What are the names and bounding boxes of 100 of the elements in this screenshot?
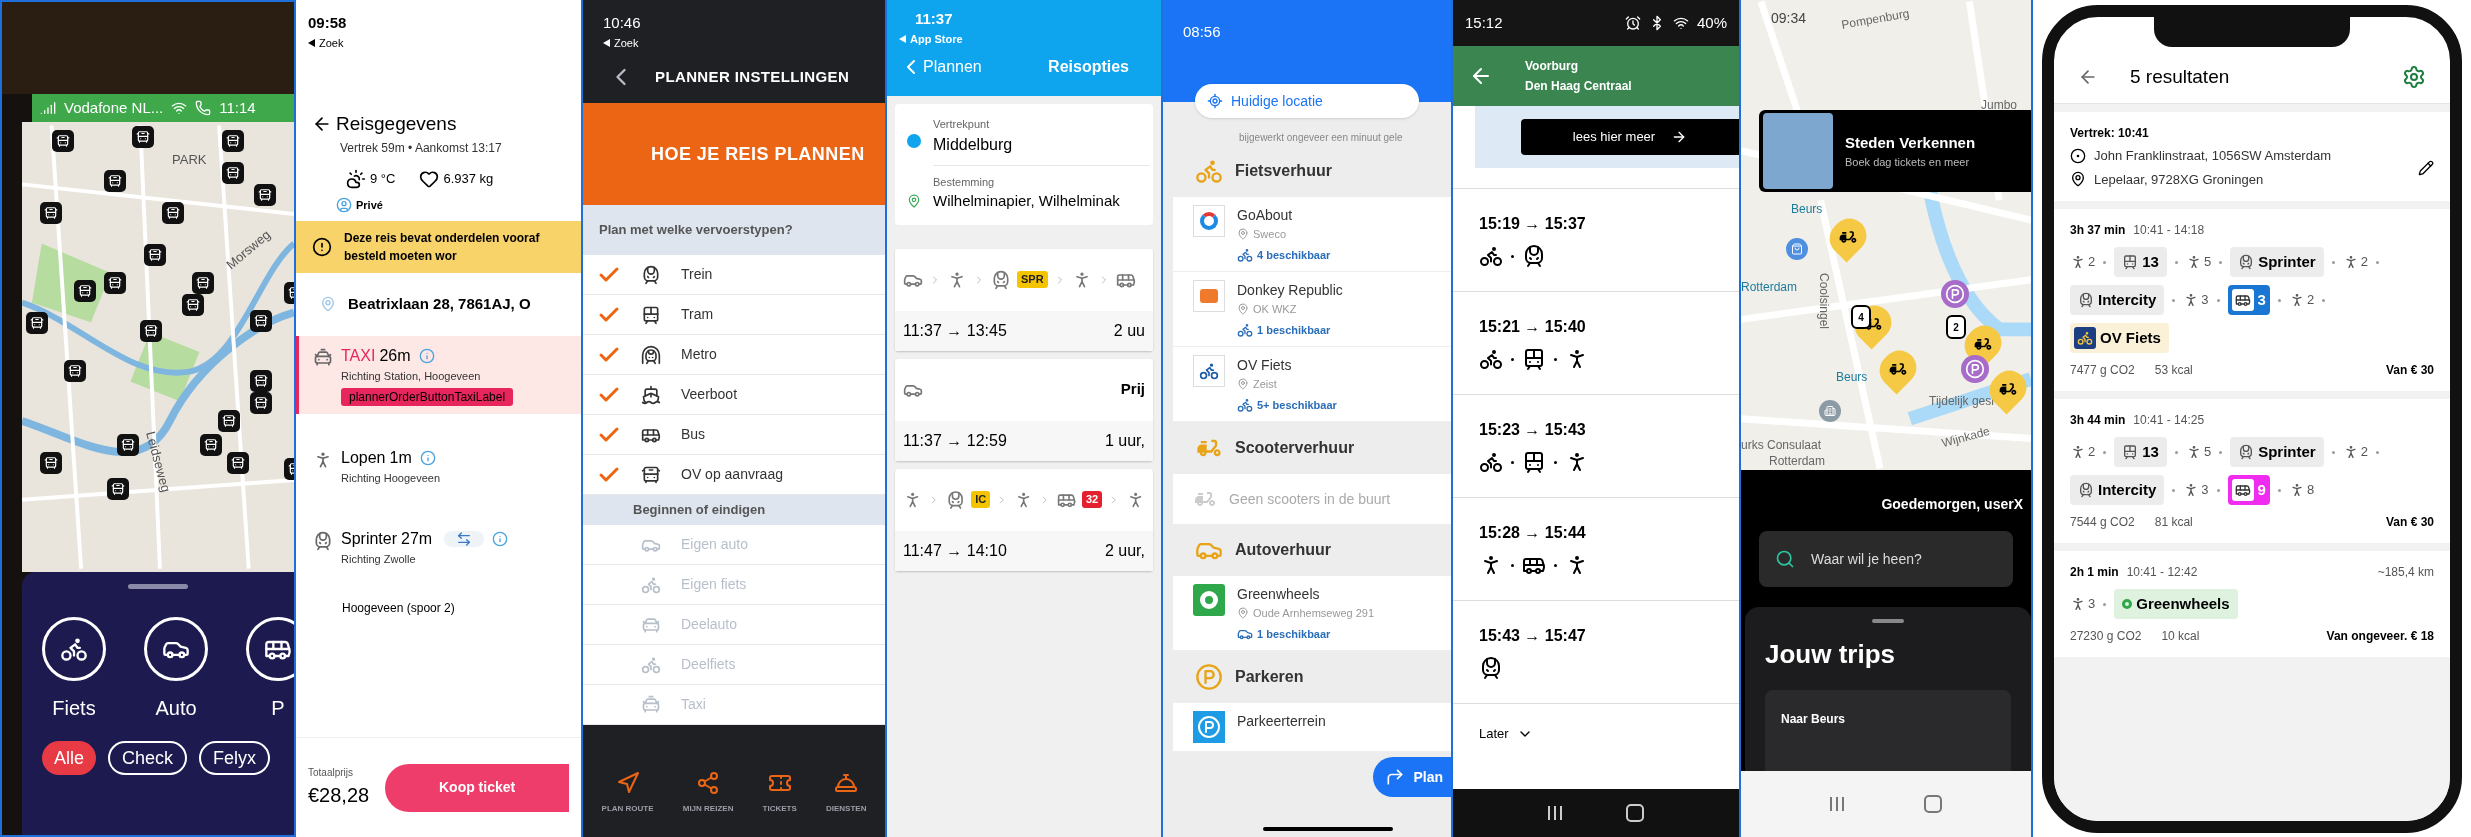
provider-name: OV Fiets [1237,356,1293,375]
section-header: Beginnen of eindigen [583,495,885,525]
nav-tab[interactable]: TICKETS [762,771,797,815]
order-taxi-button[interactable]: plannerOrderButtonTaxiLabel [341,388,514,406]
transit-chip: Sprinter [2230,247,2324,277]
leg-direction: Richting Zwolle [341,551,417,567]
bicycle-icon [2077,330,2093,346]
availability: 1 beschikbaar [1257,626,1331,642]
back-arrow-icon [899,34,906,43]
leg-mode: TAXI [341,345,376,366]
travel-option-card[interactable]: SPR 11:37 → 13:45 2 uu [895,248,1153,351]
plan-button[interactable]: Plan [1373,757,1451,797]
map-label: urks Consulaat [1741,437,1822,454]
section-header: Plan met welke vervoerstypen? [583,205,885,255]
settings-icon [2402,64,2426,89]
trip-distance: ~185,4 km [2377,564,2434,581]
bicycle-icon [1237,246,1253,263]
train-icon [2238,444,2255,460]
walk-minutes: 2 [2360,253,2368,272]
nav-tab[interactable]: PLAN ROUTE [601,771,654,815]
price: Van ongeveer. € 18 [2326,628,2434,645]
info-icon [418,347,435,364]
signal-icon [40,100,56,116]
destination-address: Lepelaar, 9728XG Groningen [2094,170,2264,189]
provider-row[interactable]: Greenwheels Oude Arnhemseweg 291 1 beschikbaar [1173,576,1451,651]
provider-row[interactable]: Parkeerterrein [1173,703,1451,752]
provider-row[interactable]: Donkey Republic OK WKZ 1 beschikbaar [1173,272,1451,347]
back-link[interactable]: Zoek [308,34,344,51]
buy-ticket-button[interactable]: Koop ticket [385,763,569,812]
line-badge: 32 [1081,491,1103,508]
parking-icon [1197,715,1221,739]
page-title: 5 resultaten [2130,64,2230,89]
trip-option[interactable]: 15:23 → 15:43 [1453,394,1739,497]
destination-pin-icon [2070,171,2086,188]
status-time: 10:46 [603,13,642,33]
calories: 53 kcal [2154,362,2193,379]
status-time: 11:14 [219,97,256,118]
trip-option[interactable]: 15:21 → 15:40 [1453,291,1739,394]
filter-chip[interactable]: Felyx [199,741,271,775]
co2-amount: 27230 g CO2 [2070,628,2142,645]
back-link[interactable]: Zoek [603,34,639,51]
transit-chip: Sprinter [2230,437,2324,467]
origin-address: Beatrixlaan 28, 7861AJ, O [348,294,531,314]
nav-tab[interactable]: MIJN REIZEN [682,771,734,815]
travel-option-card[interactable]: Prij 11:37 → 12:59 1 uur, [895,358,1153,461]
transport-mode-option[interactable]: Trein [583,255,885,295]
section-title: Parkeren [1235,667,1304,687]
location-pin-icon [320,296,336,313]
search-field[interactable]: Waar wil je heen? [1759,531,2013,587]
transport-mode-option[interactable]: Metro [583,335,885,375]
walk-minutes: 2 [2088,443,2096,462]
transport-mode-option[interactable]: Bus [583,415,885,455]
bicycle-icon [1479,347,1503,371]
provider-row[interactable]: GoAbout Sweco 4 beschikbaar [1173,197,1451,272]
status-time: 08:56 [1183,23,1221,40]
back-arrow-icon [603,38,610,47]
to-station: Den Haag Centraal [1525,78,1632,95]
leg-mode: Sprinter [341,528,398,549]
read-more-button[interactable]: lees hier meer [1521,119,1739,155]
settings-button[interactable] [2402,64,2426,89]
result-card[interactable]: 3h 44 min 10:41 - 14:25 2 13 5 Sprinter 2 Intercity 3 9 8 7544 g CO2 81 kcal Van € 30 [2054,399,2450,543]
train-icon [2078,292,2094,308]
trip-times: 15:19 → 15:37 [1479,214,1587,234]
transport-mode-option[interactable]: Veerboot [583,375,885,415]
train-icon [2078,482,2094,498]
current-location-field[interactable]: Huidige locatie [1195,84,1419,118]
walk-minutes: 3 [2201,481,2209,500]
location-pin-icon [907,193,921,210]
transit-chip: Intercity [2070,285,2165,315]
provider-row[interactable]: OV Fiets Zeist 5+ beschikbaar [1173,347,1451,422]
transport-mode-option[interactable]: Tram [583,295,885,335]
section-title: Jouw trips [1765,638,1896,671]
bicycle-icon [1479,244,1503,268]
trip-option[interactable]: 15:28 → 15:44 [1453,497,1739,600]
trip-option[interactable]: 15:19 → 15:37 [1453,188,1739,291]
travel-option-card[interactable]: IC 32 11:47 → 14:10 2 uur, [895,468,1153,571]
filter-chip[interactable]: Check [108,741,188,775]
result-card[interactable]: 2h 1 min 10:41 - 12:42 ~185,4 km 3 Greenwheels 27230 g CO2 10 kcal Van ongeveer. € 18 [2054,551,2450,657]
result-card[interactable]: 3h 37 min 10:41 - 14:18 2 13 5 Sprinter 2 Intercity 3 3 2 OV Fiets 7477 g CO2 53 kcal Van € 30 [2054,209,2450,391]
departure-arrival: 11:47 → 14:10 [903,540,1007,561]
trip-option[interactable]: 15:43 → 15:47 [1453,600,1739,703]
provider-location: Sweco [1253,227,1287,242]
cluster-count: 2 [1946,315,1966,339]
map-label: Pompenburg [1839,5,1911,34]
filter-chip[interactable]: Alle [42,741,96,775]
stop-name: Hoogeveen (spoor 2) [341,600,456,617]
bicycle-icon [1479,450,1503,474]
availability: 5+ beschikbaar [1257,397,1337,413]
promo-card[interactable]: Steden Verkennen Boek dag tickets en meer [1759,110,2031,192]
provider-location: OK WKZ [1253,302,1297,317]
ferry-icon [641,384,661,405]
calories: 10 kcal [2161,628,2200,645]
edit-button[interactable] [2418,159,2434,176]
later-button[interactable]: Later [1453,703,1739,763]
bus-icon [2234,482,2251,498]
from-station: Voorburg [1525,58,1580,75]
nav-tab[interactable]: DIENSTEN [825,771,867,815]
calories: 81 kcal [2154,514,2193,531]
trip-card[interactable]: Naar Beurs [1765,690,2011,771]
promo-subtitle: Boek dag tickets en meer [1845,155,1971,170]
